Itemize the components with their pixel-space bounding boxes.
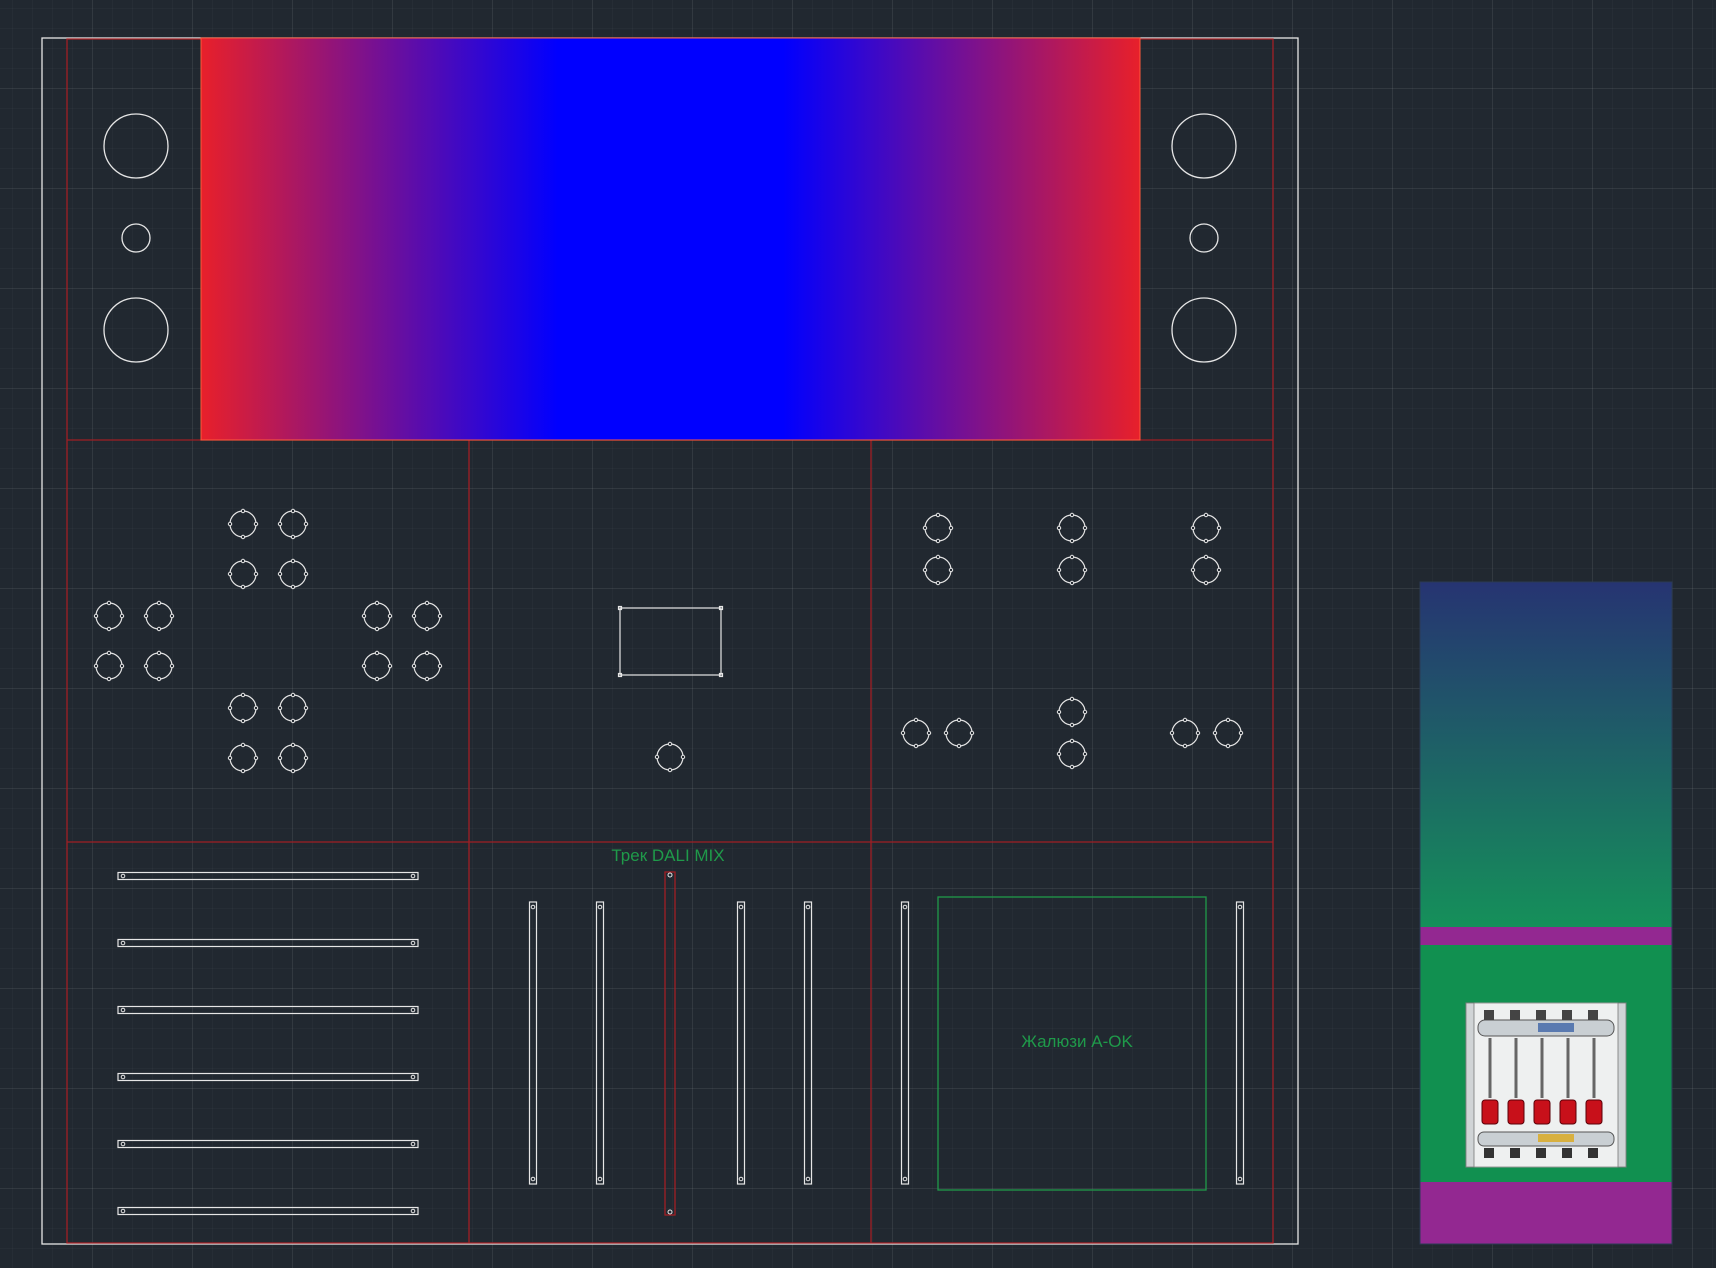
right-pipe-hole-top	[1171, 113, 1237, 179]
right-pipe-hole-small	[1189, 223, 1219, 253]
dali-module-outline-icon	[617, 605, 724, 678]
left-pipe-hole-small	[121, 223, 151, 253]
dali-track[interactable]	[664, 871, 676, 1216]
center-mount-hole	[654, 741, 686, 773]
left-pipe-holes	[103, 113, 169, 363]
right-pipe-hole-bottom	[1171, 297, 1237, 363]
right-pipe-holes	[1171, 113, 1237, 363]
underfloor-heating-manifold-icon	[1465, 1002, 1627, 1168]
din-rails-vertical-center	[528, 901, 813, 1185]
left-pipe-hole-top	[103, 113, 169, 179]
mount-holes-left	[93, 508, 443, 774]
track-label: Трек DALI MIX	[611, 846, 724, 865]
blinds-label: Жалюзи A-OK	[1021, 1032, 1133, 1051]
cad-canvas[interactable]: Трек DALI MIX Жалюзи A-OK	[0, 0, 1716, 1268]
heating-panel[interactable]	[200, 37, 1141, 441]
din-rails-horizontal	[117, 871, 419, 1216]
side-panel-top-band	[1420, 927, 1672, 945]
cad-drawing: Трек DALI MIX Жалюзи A-OK	[41, 37, 1673, 1245]
mount-holes-right	[900, 512, 1244, 770]
left-pipe-hole-bottom	[103, 297, 169, 363]
side-panel-bottom-band	[1420, 1182, 1672, 1244]
